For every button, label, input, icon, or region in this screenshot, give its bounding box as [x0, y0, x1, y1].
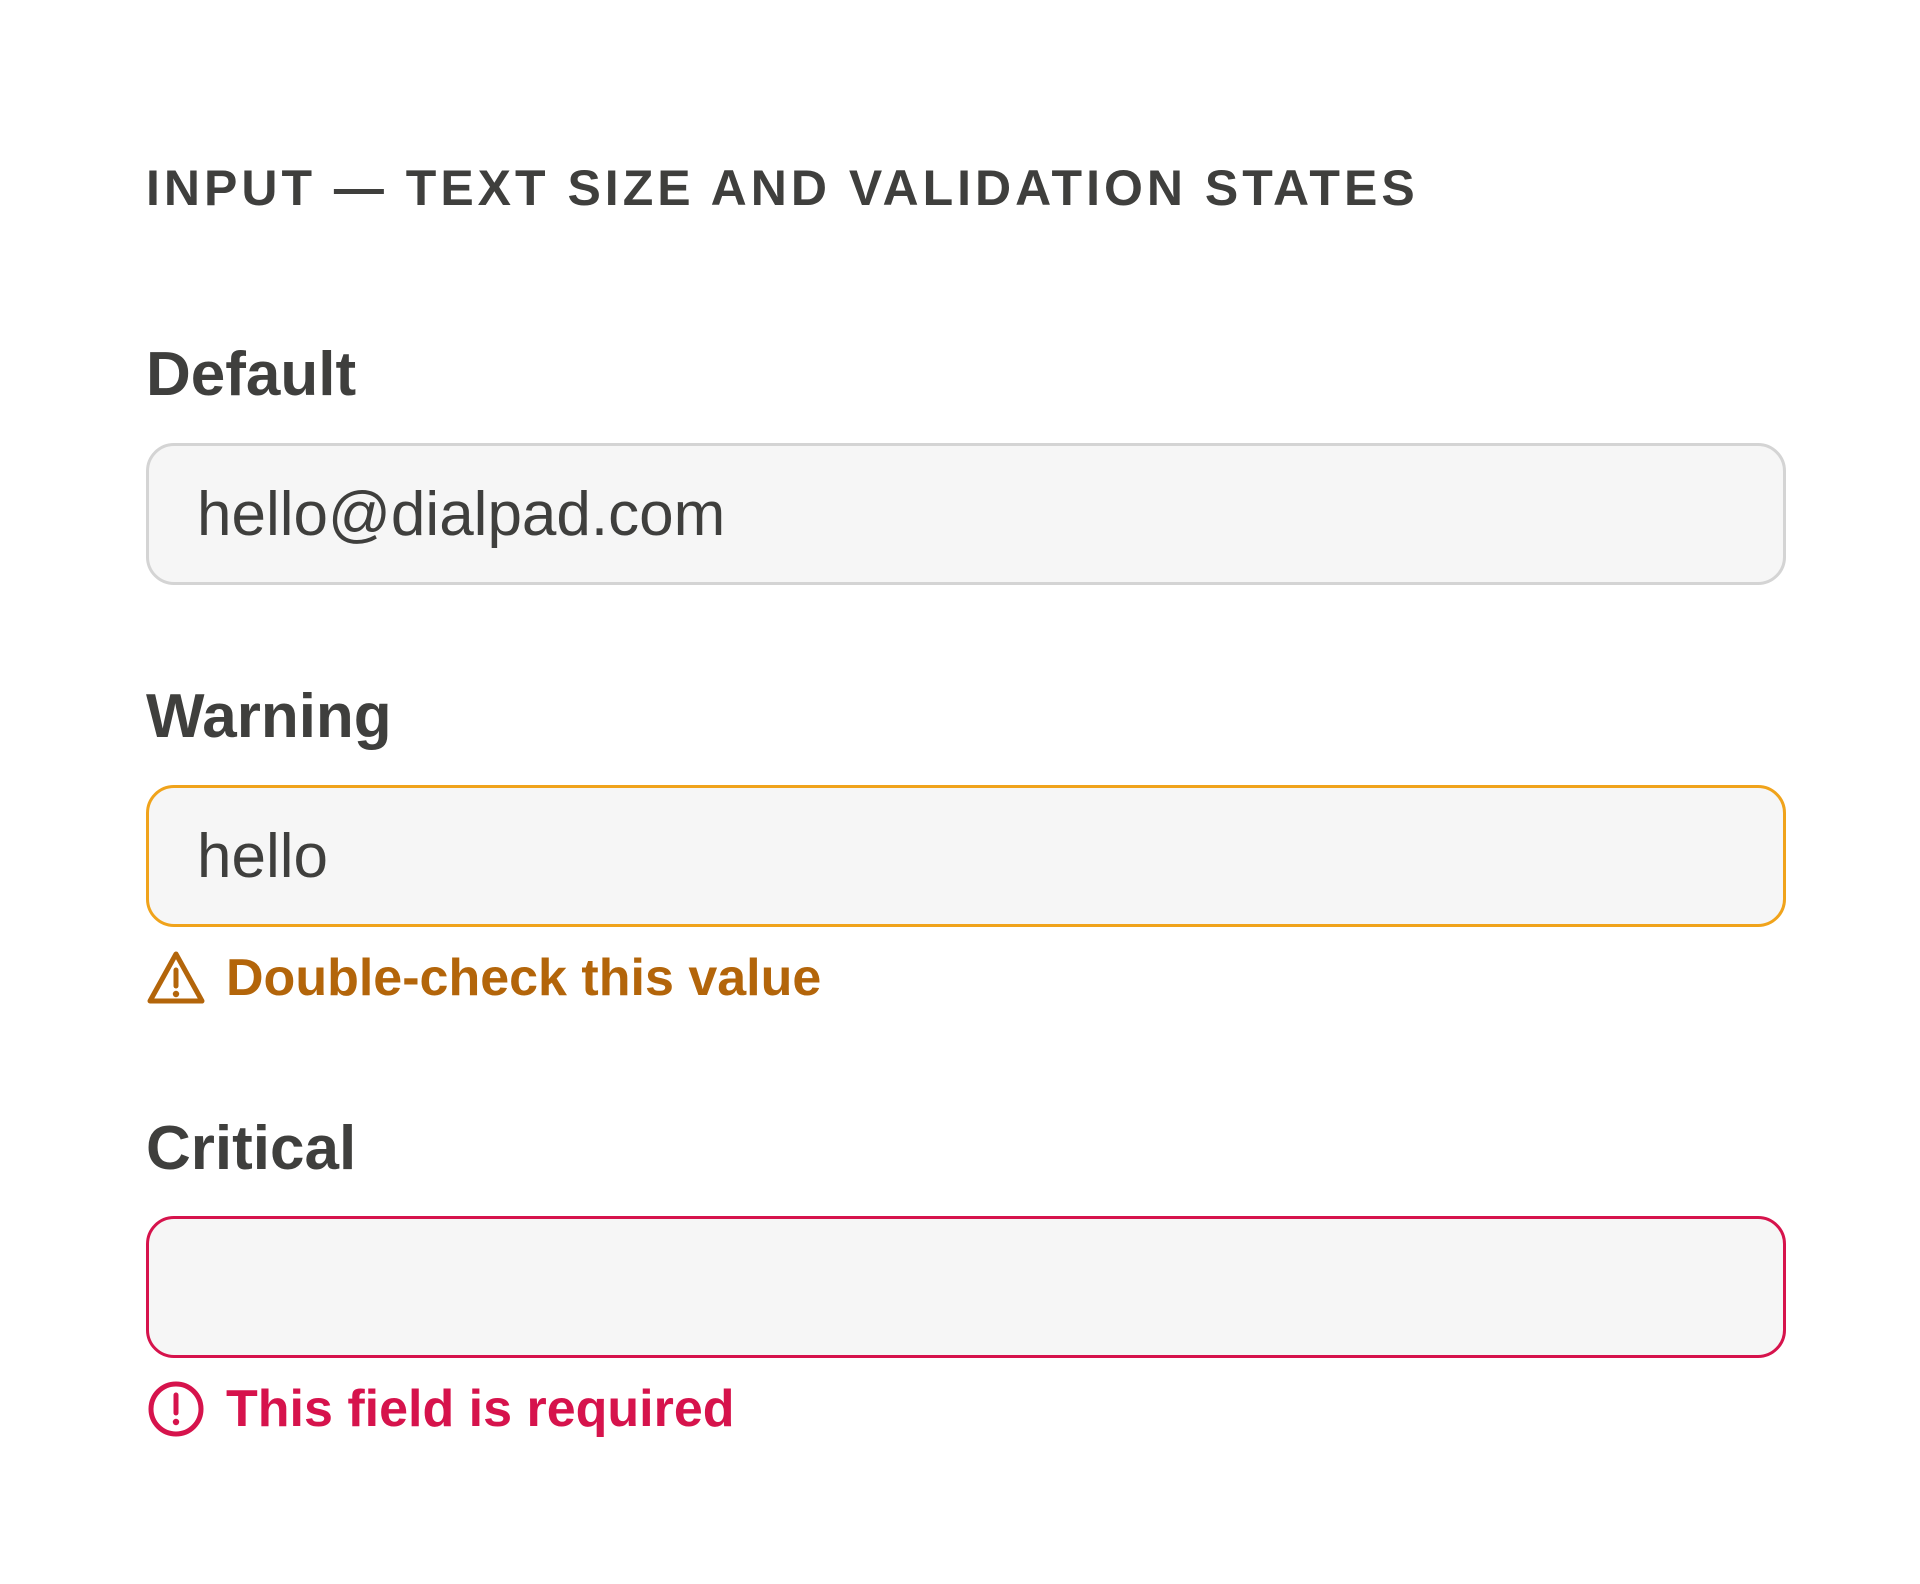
warning-triangle-icon — [146, 948, 206, 1008]
warning-input[interactable] — [146, 785, 1786, 927]
critical-input[interactable] — [146, 1216, 1786, 1358]
warning-message: Double-check this value — [146, 948, 821, 1008]
warning-field-label: Warning — [146, 682, 392, 751]
section-title: INPUT — TEXT SIZE AND VALIDATION STATES — [146, 160, 1419, 216]
warning-message-text: Double-check this value — [226, 949, 822, 1007]
default-field-label: Default — [146, 340, 357, 409]
critical-message: This field is required — [146, 1379, 735, 1439]
default-input[interactable] — [146, 443, 1786, 585]
alert-circle-icon — [146, 1379, 206, 1439]
critical-message-text: This field is required — [226, 1380, 735, 1438]
critical-field-label: Critical — [146, 1114, 357, 1183]
